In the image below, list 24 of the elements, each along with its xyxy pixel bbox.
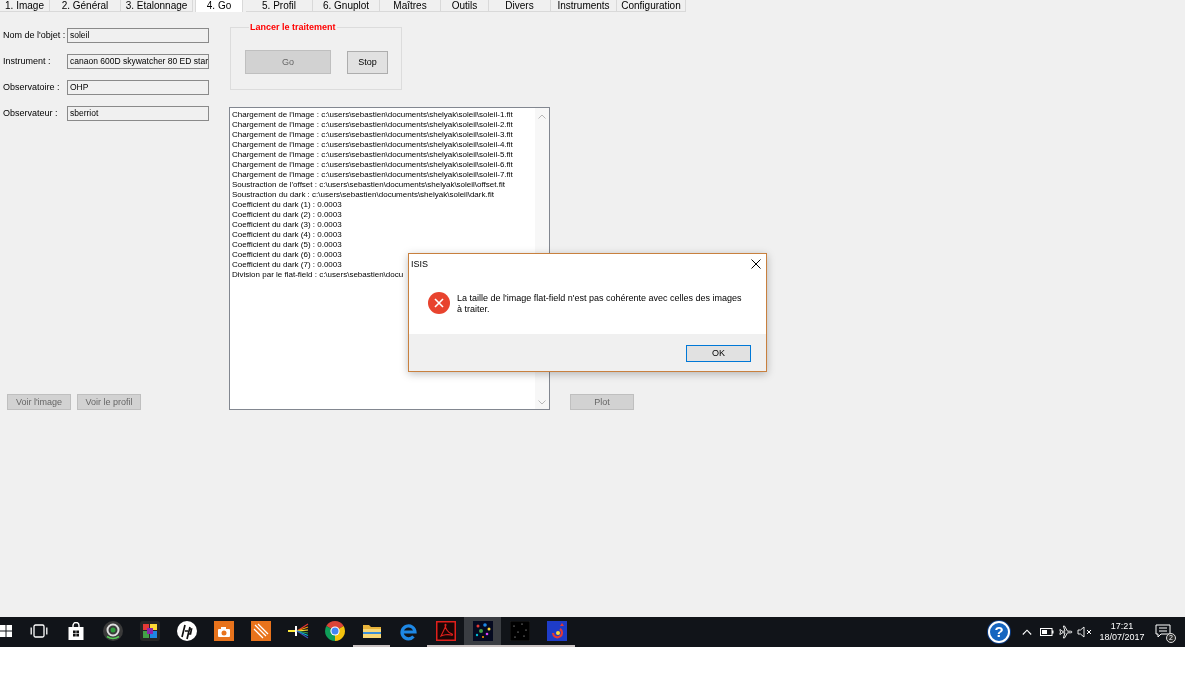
log-line: Division par le flat-field : c:\users\sebastien\docu	[232, 270, 404, 280]
log-line: Chargement de l'image : c:\users\sebastien\documents\shelyak\soleil\soleil-4.fit	[232, 140, 513, 150]
log-line: Chargement de l'image : c:\users\sebastien\documents\shelyak\soleil\soleil-2.fit	[232, 120, 513, 130]
log-line: Coefficient du dark (4) : 0.0003	[232, 230, 342, 240]
log-line: Coefficient du dark (6) : 0.0003	[232, 250, 342, 260]
log-line: Chargement de l'image : c:\users\sebastien\documents\shelyak\soleil\soleil-7.fit	[232, 170, 513, 180]
dialog-title: ISIS	[411, 258, 428, 270]
log-line: Coefficient du dark (3) : 0.0003	[232, 220, 342, 230]
log-line: Coefficient du dark (1) : 0.0003	[232, 200, 342, 210]
log-line: Coefficient du dark (2) : 0.0003	[232, 210, 342, 220]
log-line: Chargement de l'image : c:\users\sebastien\documents\shelyak\soleil\soleil-1.fit	[232, 110, 513, 120]
field-label: Nom de l'objet :	[3, 30, 67, 41]
log-line: Chargement de l'image : c:\users\sebastien\documents\shelyak\soleil\soleil-6.fit	[232, 160, 513, 170]
dialog-message: La taille de l'image flat-field n'est pas cohérente avec celles des images à traiter.	[457, 292, 743, 315]
log-line: Chargement de l'image : c:\users\sebastien\documents\shelyak\soleil\soleil-5.fit	[232, 150, 513, 160]
field-label: Instrument :	[3, 56, 52, 67]
log-line: Chargement de l'image : c:\users\sebastien\documents\shelyak\soleil\soleil-3.fit	[232, 130, 513, 140]
log-line: Soustraction de l'offset : c:\users\sebastien\documents\shelyak\soleil\offset.fit	[232, 180, 505, 190]
log-line: Soustraction du dark : c:\users\sebastien\documents\shelyak\soleil\dark.fit	[232, 190, 494, 200]
group-title: Lancer le traitement	[249, 22, 337, 33]
log-line: Coefficient du dark (7) : 0.0003	[232, 260, 342, 270]
log-line: Coefficient du dark (5) : 0.0003	[232, 240, 342, 250]
field-label: Observateur :	[3, 108, 59, 119]
field-label: Observatoire :	[3, 82, 61, 93]
